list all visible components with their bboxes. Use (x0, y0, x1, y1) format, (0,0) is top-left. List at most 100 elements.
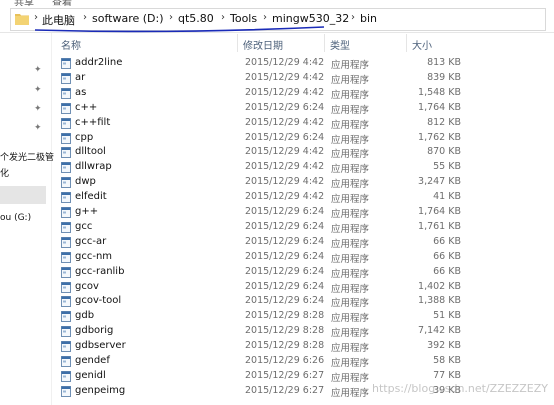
file-name[interactable]: gcc-ranlib (75, 266, 124, 277)
file-row[interactable]: as 2015/12/29 4:42 应用程序 1,548 KB (51, 86, 491, 101)
column-divider[interactable] (324, 34, 325, 52)
nav-item-drive-g[interactable]: ou (G:) (0, 213, 31, 223)
file-date: 2015/12/29 6:24 (245, 220, 325, 232)
application-icon (61, 72, 71, 84)
application-icon (61, 177, 71, 189)
file-row[interactable]: gdbserver 2015/12/29 8:28 应用程序 392 KB (51, 339, 491, 354)
file-row[interactable]: ar 2015/12/29 4:42 应用程序 839 KB (51, 71, 491, 86)
file-name[interactable]: gcc-ar (75, 236, 106, 247)
file-type: 应用程序 (331, 223, 370, 235)
breadcrumb-tools[interactable]: Tools (230, 12, 257, 25)
chevron-right-icon[interactable]: › (221, 12, 225, 23)
nav-selected-item[interactable] (0, 186, 46, 204)
file-type: 应用程序 (331, 343, 370, 355)
pin-icon[interactable]: ✦ (34, 65, 42, 75)
file-row[interactable]: gdborig 2015/12/29 8:28 应用程序 7,142 KB (51, 324, 491, 339)
file-row[interactable]: gcov-tool 2015/12/29 6:24 应用程序 1,388 KB (51, 294, 491, 309)
file-name[interactable]: c++filt (75, 117, 110, 128)
file-size: 1,762 KB (418, 131, 461, 143)
file-name[interactable]: dwp (75, 176, 96, 187)
file-row[interactable]: dlltool 2015/12/29 4:42 应用程序 870 KB (51, 145, 491, 160)
file-name[interactable]: ar (75, 72, 85, 83)
file-row[interactable]: cpp 2015/12/29 6:24 应用程序 1,762 KB (51, 131, 491, 146)
file-size: 3,247 KB (418, 176, 461, 188)
file-size: 812 KB (427, 116, 461, 128)
file-name[interactable]: gcov (75, 281, 99, 292)
file-date: 2015/12/29 6:24 (245, 280, 325, 292)
file-name[interactable]: addr2line (75, 57, 122, 68)
chevron-right-icon[interactable]: › (169, 12, 173, 23)
file-name[interactable]: gendef (75, 355, 110, 366)
file-size: 1,761 KB (418, 220, 461, 232)
nav-item-partial[interactable]: 化 (0, 166, 9, 179)
application-icon (61, 385, 71, 397)
column-header-name[interactable]: 名称 (61, 37, 81, 52)
nav-item-partial[interactable]: 个发光二极管 (0, 150, 54, 163)
column-divider[interactable] (237, 34, 238, 52)
application-icon (61, 132, 71, 144)
chevron-right-icon[interactable]: › (83, 12, 87, 23)
file-date: 2015/12/29 6:24 (245, 265, 325, 277)
file-name[interactable]: elfedit (75, 191, 107, 202)
application-icon (61, 147, 71, 159)
column-header-row: 名称 修改日期 类型 大小 (51, 33, 554, 53)
file-name[interactable]: gdborig (75, 325, 113, 336)
file-row[interactable]: gdb 2015/12/29 8:28 应用程序 51 KB (51, 309, 491, 324)
file-row[interactable]: gcc 2015/12/29 6:24 应用程序 1,761 KB (51, 220, 491, 235)
file-date: 2015/12/29 4:42 (245, 71, 325, 83)
breadcrumb-mingw[interactable]: mingw530_32 (272, 12, 349, 25)
column-header-type[interactable]: 类型 (330, 37, 350, 52)
column-header-date[interactable]: 修改日期 (243, 37, 283, 52)
column-header-size[interactable]: 大小 (412, 37, 432, 52)
file-row[interactable]: gendef 2015/12/29 6:26 应用程序 58 KB (51, 354, 491, 369)
file-row[interactable]: gcc-ar 2015/12/29 6:24 应用程序 66 KB (51, 235, 491, 250)
application-icon (61, 102, 71, 114)
application-icon (61, 311, 71, 323)
file-type: 应用程序 (331, 209, 370, 220)
file-row[interactable]: gcc-nm 2015/12/29 6:24 应用程序 66 KB (51, 250, 491, 265)
pin-icon[interactable]: ✦ (34, 104, 42, 114)
file-size: 41 KB (433, 191, 461, 203)
file-name[interactable]: genidl (75, 370, 106, 381)
chevron-right-icon[interactable]: › (351, 12, 355, 23)
file-size: 392 KB (427, 340, 461, 352)
file-row[interactable]: c++filt 2015/12/29 4:42 应用程序 812 KB (51, 116, 491, 131)
file-name[interactable]: gcc (75, 221, 92, 232)
file-size: 66 KB (433, 235, 461, 247)
column-divider[interactable] (406, 34, 407, 52)
file-name[interactable]: dlltool (75, 146, 106, 157)
file-name[interactable]: gcc-nm (75, 251, 112, 262)
file-name[interactable]: cpp (75, 132, 93, 143)
file-type: 应用程序 (331, 119, 370, 131)
file-size: 1,764 KB (418, 101, 461, 113)
breadcrumb-software-drive[interactable]: software (D:) (92, 12, 164, 25)
file-type: 应用程序 (331, 298, 370, 310)
file-type: 应用程序 (331, 253, 370, 265)
file-type: 应用程序 (331, 283, 370, 295)
file-row[interactable]: c++ 2015/12/29 6:24 应用程序 1,764 KB (51, 101, 491, 116)
file-date: 2015/12/29 6:24 (245, 101, 325, 113)
file-row[interactable]: elfedit 2015/12/29 4:42 应用程序 41 KB (51, 190, 491, 205)
file-name[interactable]: genpeimg (75, 385, 125, 396)
chevron-right-icon[interactable]: › (263, 12, 267, 23)
file-row[interactable]: addr2line 2015/12/29 4:42 应用程序 813 KB (51, 56, 491, 71)
pin-icon[interactable]: ✦ (34, 85, 42, 95)
file-row[interactable]: gcov 2015/12/29 6:24 应用程序 1,402 KB (51, 280, 491, 295)
file-row[interactable]: dwp 2015/12/29 4:42 应用程序 3,247 KB (51, 175, 491, 190)
file-name[interactable]: dllwrap (75, 161, 112, 172)
file-row[interactable]: g++ 2015/12/29 6:24 应用程序 1,764 KB (51, 205, 491, 220)
file-name[interactable]: as (75, 87, 86, 98)
file-name[interactable]: c++ (75, 102, 97, 113)
breadcrumb-qt580[interactable]: qt5.80 (178, 12, 214, 25)
file-size: 1,548 KB (418, 86, 461, 98)
file-row[interactable]: gcc-ranlib 2015/12/29 6:24 应用程序 66 KB (51, 265, 491, 280)
pin-icon[interactable]: ✦ (34, 123, 42, 133)
chevron-right-icon[interactable]: › (34, 12, 38, 23)
file-row[interactable]: dllwrap 2015/12/29 4:42 应用程序 55 KB (51, 160, 491, 175)
breadcrumb-bin[interactable]: bin (360, 12, 377, 25)
file-name[interactable]: g++ (75, 206, 98, 217)
file-name[interactable]: gcov-tool (75, 295, 121, 306)
file-name[interactable]: gdb (75, 310, 94, 321)
file-name[interactable]: gdbserver (75, 340, 126, 351)
file-date: 2015/12/29 6:24 (245, 131, 325, 143)
